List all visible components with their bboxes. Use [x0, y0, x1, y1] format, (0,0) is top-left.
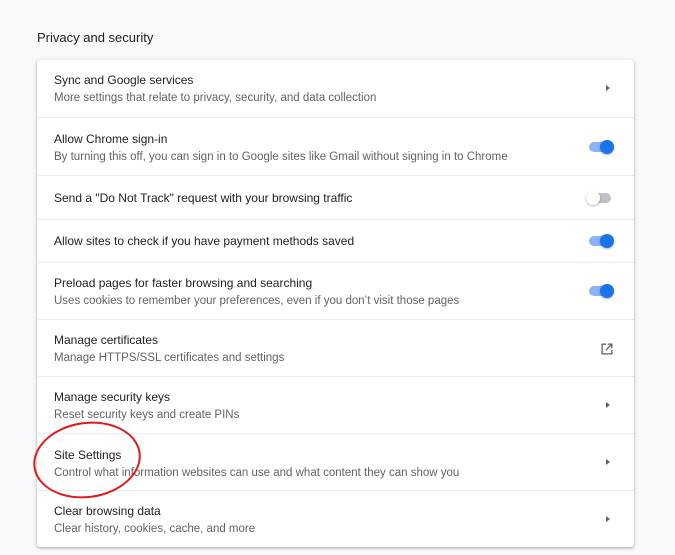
section-title: Privacy and security	[37, 30, 154, 45]
privacy-security-card: Sync and Google services More settings t…	[37, 60, 634, 547]
row-title: Allow Chrome sign-in	[54, 132, 168, 146]
row-description: Uses cookies to remember your preference…	[54, 295, 460, 307]
row-title: Send a "Do Not Track" request with your …	[54, 191, 353, 205]
external-link-icon[interactable]	[600, 342, 614, 356]
row-description: Manage HTTPS/SSL certificates and settin…	[54, 352, 285, 364]
row-description: Reset security keys and create PINs	[54, 409, 240, 421]
row-title: Manage security keys	[54, 390, 171, 404]
site-settings-row[interactable]: Site Settings Control what information w…	[37, 433, 634, 490]
clear-browsing-data-row[interactable]: Clear browsing data Clear history, cooki…	[37, 490, 634, 547]
sync-google-services-row[interactable]: Sync and Google services More settings t…	[37, 60, 634, 117]
do-not-track-toggle[interactable]	[586, 191, 614, 205]
preload-pages-toggle[interactable]	[586, 284, 614, 298]
payment-methods-toggle[interactable]	[586, 234, 614, 248]
allow-chrome-signin-row: Allow Chrome sign-in By turning this off…	[37, 117, 634, 175]
row-description: By turning this off, you can sign in to …	[54, 151, 508, 163]
row-description: Clear history, cookies, cache, and more	[54, 523, 256, 535]
row-title: Site Settings	[54, 448, 122, 462]
payment-methods-row: Allow sites to check if you have payment…	[37, 219, 634, 262]
manage-certificates-row[interactable]: Manage certificates Manage HTTPS/SSL cer…	[37, 319, 634, 376]
row-title: Manage certificates	[54, 333, 159, 347]
chevron-right-icon	[606, 402, 610, 408]
manage-security-keys-row[interactable]: Manage security keys Reset security keys…	[37, 376, 634, 433]
row-title: Sync and Google services	[54, 73, 194, 87]
row-title: Preload pages for faster browsing and se…	[54, 276, 313, 290]
row-description: Control what information websites can us…	[54, 467, 460, 479]
allow-chrome-signin-toggle[interactable]	[586, 140, 614, 154]
chevron-right-icon	[606, 85, 610, 91]
chevron-right-icon	[606, 459, 610, 465]
row-title: Clear browsing data	[54, 504, 161, 518]
preload-pages-row: Preload pages for faster browsing and se…	[37, 262, 634, 319]
row-description: More settings that relate to privacy, se…	[54, 92, 377, 104]
do-not-track-row: Send a "Do Not Track" request with your …	[37, 175, 634, 219]
chevron-right-icon	[606, 516, 610, 522]
row-title: Allow sites to check if you have payment…	[54, 234, 355, 248]
